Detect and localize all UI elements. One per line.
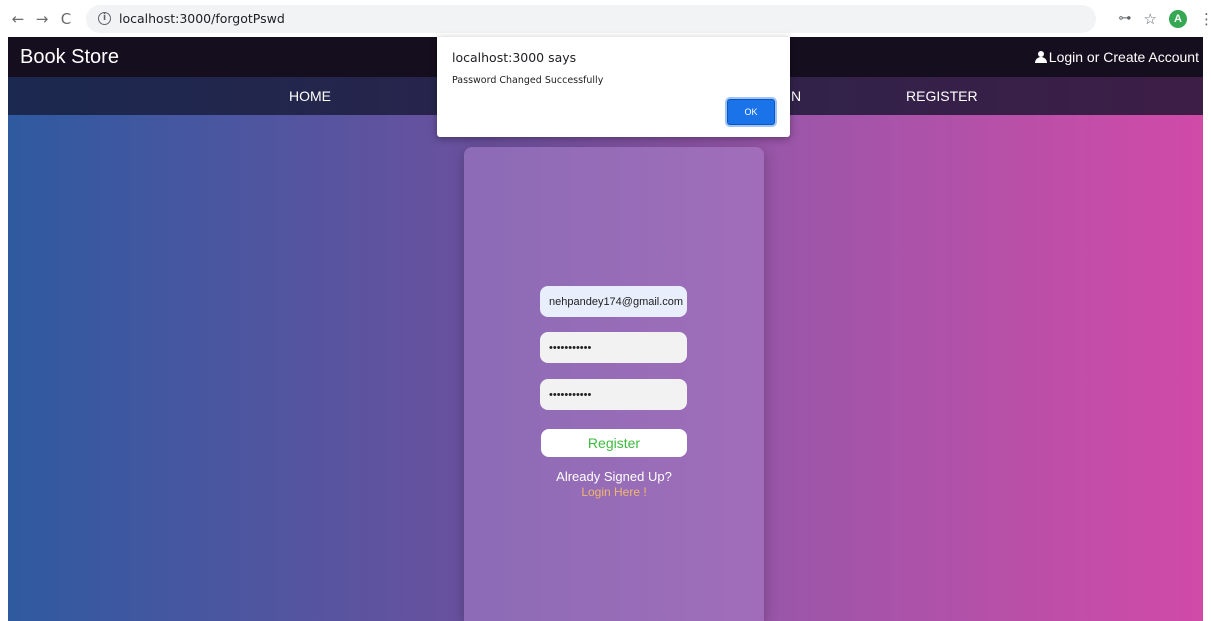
profile-avatar[interactable]: A <box>1169 9 1187 28</box>
browser-toolbar: ← → C i localhost:3000/forgotPswd ⊶ ☆ A … <box>0 0 1211 37</box>
menu-kebab-icon[interactable]: ⋮ <box>1199 10 1211 28</box>
account-link-label[interactable]: Login or Create Account <box>1049 49 1199 65</box>
nav-login-partial[interactable]: N <box>791 88 801 104</box>
info-icon[interactable]: i <box>98 12 111 25</box>
user-icon <box>1034 51 1048 63</box>
account-link[interactable]: Login or Create Account <box>1034 49 1199 65</box>
key-icon[interactable]: ⊶ <box>1119 11 1132 26</box>
bookmark-star-icon[interactable]: ☆ <box>1144 10 1157 28</box>
alert-dialog: localhost:3000 says Password Changed Suc… <box>437 37 790 137</box>
back-arrow-icon[interactable]: ← <box>6 10 30 28</box>
email-field[interactable]: nehpandey174@gmail.com <box>540 286 687 317</box>
address-bar[interactable]: i localhost:3000/forgotPswd <box>86 4 1096 33</box>
url-text[interactable]: localhost:3000/forgotPswd <box>119 11 285 26</box>
brand-title[interactable]: Book Store <box>20 46 119 69</box>
reload-icon[interactable]: C <box>54 10 78 28</box>
already-signed-up-text: Already Signed Up? <box>556 469 672 484</box>
nav-home[interactable]: HOME <box>289 88 331 104</box>
register-card: nehpandey174@gmail.com ••••••••••• •••••… <box>464 147 764 621</box>
browser-actions: ⊶ ☆ A ⋮ <box>1119 0 1211 37</box>
password-field[interactable]: ••••••••••• <box>540 332 687 363</box>
nav-register[interactable]: REGISTER <box>906 88 978 104</box>
ok-button[interactable]: OK <box>727 99 775 125</box>
forward-arrow-icon[interactable]: → <box>30 10 54 28</box>
confirm-password-field[interactable]: ••••••••••• <box>540 379 687 410</box>
dialog-message: Password Changed Successfully <box>452 75 604 86</box>
dialog-title: localhost:3000 says <box>452 50 577 65</box>
register-button[interactable]: Register <box>541 429 687 457</box>
login-here-link[interactable]: Login Here ! <box>464 485 764 499</box>
